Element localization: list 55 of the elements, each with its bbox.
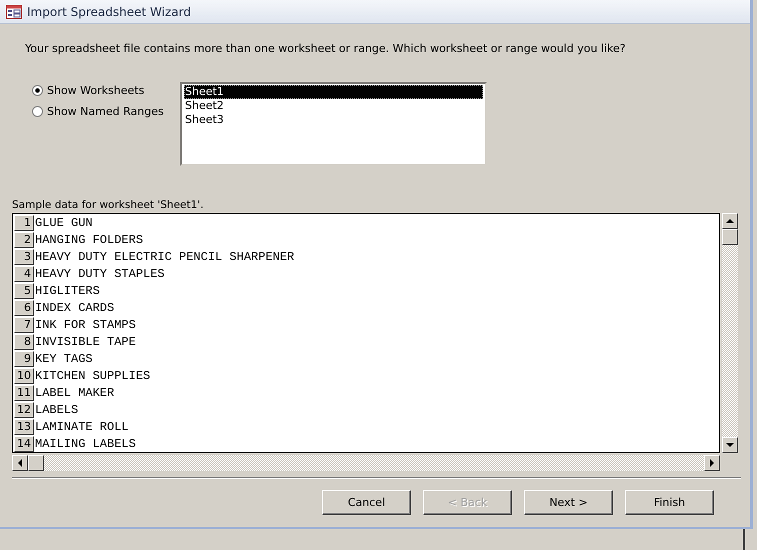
scroll-thumb[interactable] <box>28 455 44 471</box>
left-arrow-icon <box>17 459 23 467</box>
table-cell: HEAVY DUTY STAPLES <box>34 266 165 283</box>
table-cell: KEY TAGS <box>34 351 93 368</box>
table-cell: LABEL MAKER <box>34 385 114 402</box>
table-cell: HANGING FOLDERS <box>34 232 144 249</box>
instruction-text: Your spreadsheet file contains more than one worksheet or range. Which worksheet or range would you like? <box>25 42 627 56</box>
horizontal-scrollbar[interactable] <box>12 455 720 471</box>
row-number: 11 <box>14 385 34 401</box>
row-number: 5 <box>14 283 34 299</box>
scroll-left-button[interactable] <box>12 455 28 471</box>
radio-button[interactable] <box>32 85 43 96</box>
table-cell: INDEX CARDS <box>34 300 114 317</box>
row-number: 2 <box>14 232 34 248</box>
sample-caption: Sample data for worksheet 'Sheet1'. <box>12 199 205 212</box>
down-arrow-icon <box>726 442 734 448</box>
scroll-thumb[interactable] <box>722 229 738 245</box>
radio-label[interactable]: Show Worksheets <box>47 84 144 97</box>
row-number: 13 <box>14 419 34 435</box>
row-number: 9 <box>14 351 34 367</box>
scroll-up-button[interactable] <box>722 213 738 229</box>
wizard-button[interactable]: Next > <box>524 490 613 515</box>
radio-button[interactable] <box>32 106 43 117</box>
table-cell: KITCHEN SUPPLIES <box>34 368 150 385</box>
row-number: 1 <box>14 215 34 231</box>
vertical-scrollbar[interactable] <box>722 213 738 453</box>
row-number: 12 <box>14 402 34 418</box>
window-title: Import Spreadsheet Wizard <box>27 4 191 18</box>
wizard-button[interactable]: Finish <box>625 490 714 515</box>
scroll-down-button[interactable] <box>722 437 738 453</box>
worksheet-item[interactable]: Sheet3 <box>184 113 483 127</box>
table-cell: INVISIBLE TAPE <box>34 334 136 351</box>
up-arrow-icon <box>726 218 734 224</box>
worksheet-list[interactable]: Sheet1 Sheet2 Sheet3 <box>180 82 487 166</box>
row-number: 4 <box>14 266 34 282</box>
radio-label[interactable]: Show Named Ranges <box>47 105 164 118</box>
row-number: 8 <box>14 334 34 350</box>
row-number: 7 <box>14 317 34 333</box>
table-cell: MAILING LABELS <box>34 436 136 452</box>
scroll-right-button[interactable] <box>704 455 720 471</box>
table-cell: GLUE GUN <box>34 215 93 232</box>
row-number: 10 <box>14 368 34 384</box>
table-cell: INK FOR STAMPS <box>34 317 136 334</box>
right-arrow-icon <box>709 459 715 467</box>
row-number: 6 <box>14 300 34 316</box>
wizard-button[interactable]: Cancel <box>322 490 411 515</box>
worksheet-item[interactable]: Sheet1 <box>184 85 483 99</box>
table-cell: HEAVY DUTY ELECTRIC PENCIL SHARPENER <box>34 249 294 266</box>
table-cell: LAMINATE ROLL <box>34 419 129 436</box>
row-number: 3 <box>14 249 34 265</box>
table-cell: LABELS <box>34 402 78 419</box>
worksheet-item[interactable]: Sheet2 <box>184 99 483 113</box>
row-number: 14 <box>14 436 34 452</box>
table-cell: HIGLITERS <box>34 283 100 300</box>
form-icon <box>6 4 22 18</box>
